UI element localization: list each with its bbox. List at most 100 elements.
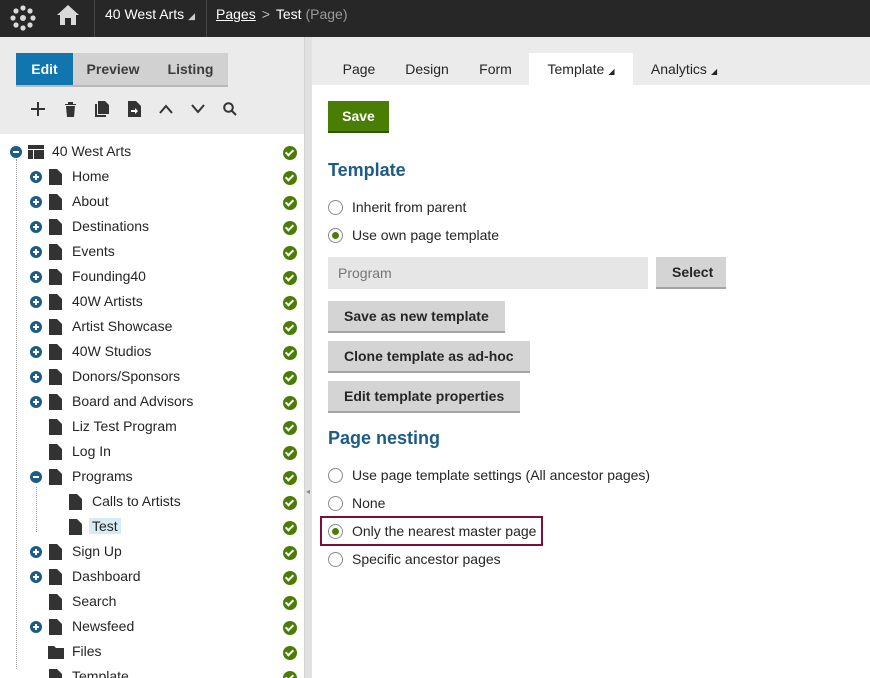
tree-node-label[interactable]: Founding40 <box>72 268 146 284</box>
expand-icon[interactable] <box>30 371 42 383</box>
delete-page-button[interactable] <box>54 98 86 120</box>
move-page-button[interactable] <box>118 98 150 120</box>
expand-icon[interactable] <box>30 546 42 558</box>
expand-icon[interactable] <box>30 571 42 583</box>
tree-node-label[interactable]: About <box>72 193 109 209</box>
caret-down-icon: ◢ <box>188 11 196 21</box>
page-icon <box>49 544 62 560</box>
select-template-button[interactable]: Select <box>656 257 726 289</box>
topbar-divider <box>206 0 207 37</box>
page-icon <box>49 569 62 585</box>
expand-icon[interactable] <box>30 396 42 408</box>
page-icon <box>49 394 62 410</box>
save-as-new-template-button[interactable]: Save as new template <box>328 301 505 333</box>
inherit-from-parent-radio[interactable]: Inherit from parent <box>328 197 466 217</box>
radio-circle <box>328 199 343 215</box>
nesting-ancestor-pages-radio[interactable]: Use page template settings (All ancestor… <box>328 465 650 485</box>
edit-mode-tab[interactable]: Edit <box>16 53 73 85</box>
tree-node-label[interactable]: Home <box>72 168 109 184</box>
move-icon <box>127 101 141 117</box>
tree-node-label[interactable]: Template <box>72 668 129 678</box>
page-icon <box>49 219 62 235</box>
mode-tabs: Edit Preview Listing <box>16 53 228 85</box>
tab-design[interactable]: Design <box>396 53 458 85</box>
tree-node: Liz Test Program <box>0 415 304 440</box>
tree-node: Artist Showcase <box>0 315 304 340</box>
app-logo-icon[interactable] <box>8 3 38 33</box>
published-check-icon <box>283 396 297 410</box>
tree-node-label[interactable]: Donors/Sponsors <box>72 368 180 384</box>
edit-template-properties-button[interactable]: Edit template properties <box>328 381 521 413</box>
expand-icon[interactable] <box>30 346 42 358</box>
move-up-button[interactable] <box>150 98 182 120</box>
expand-icon[interactable] <box>30 621 42 633</box>
tree-node-label[interactable]: Files <box>72 643 102 659</box>
published-check-icon <box>283 546 297 560</box>
add-page-button[interactable] <box>22 98 54 120</box>
tree-node-label[interactable]: Programs <box>72 468 133 484</box>
collapse-icon[interactable] <box>10 146 22 158</box>
tree-node-label[interactable]: Log In <box>72 443 111 459</box>
home-icon[interactable] <box>55 2 81 28</box>
page-icon <box>49 419 62 435</box>
nesting-nearest-master-radio[interactable]: Only the nearest master page <box>328 521 536 541</box>
breadcrumb-pages-link[interactable]: Pages <box>216 6 256 22</box>
page-icon <box>69 494 82 510</box>
preview-mode-tab[interactable]: Preview <box>73 53 153 85</box>
tab-form[interactable]: Form <box>469 53 522 85</box>
nesting-specific-ancestors-radio[interactable]: Specific ancestor pages <box>328 549 501 569</box>
listing-mode-tab[interactable]: Listing <box>153 53 228 85</box>
expand-icon[interactable] <box>30 221 42 233</box>
expand-icon[interactable] <box>30 171 42 183</box>
save-button[interactable]: Save <box>328 101 389 133</box>
tree-node-label[interactable]: Board and Advisors <box>72 393 193 409</box>
tree-node-label[interactable]: Liz Test Program <box>72 418 177 434</box>
tree-node-label[interactable]: 40W Artists <box>72 293 143 309</box>
panel-splitter[interactable]: ◂ <box>304 37 312 678</box>
tree-node-label[interactable]: Calls to Artists <box>92 493 181 509</box>
published-check-icon <box>283 421 297 435</box>
tree-node-label[interactable]: Sign Up <box>72 543 122 559</box>
tree-node: Founding40 <box>0 265 304 290</box>
published-check-icon <box>283 446 297 460</box>
tree-node-label[interactable]: Destinations <box>72 218 149 234</box>
published-check-icon <box>283 271 297 285</box>
radio-circle-selected <box>328 227 343 243</box>
expand-icon[interactable] <box>30 271 42 283</box>
search-tree-button[interactable] <box>214 98 246 120</box>
tree-node-label[interactable]: Search <box>72 593 116 609</box>
clone-template-button[interactable]: Clone template as ad-hoc <box>328 341 530 373</box>
tab-analytics[interactable]: Analytics ◢ <box>639 53 729 85</box>
tab-page[interactable]: Page <box>332 53 386 85</box>
tab-template[interactable]: Template ◢ <box>529 53 633 85</box>
use-own-template-radio[interactable]: Use own page template <box>328 225 499 245</box>
tree-node-label[interactable]: 40W Studios <box>72 343 151 359</box>
collapse-arrow-icon[interactable]: ◂ <box>306 487 310 496</box>
tree-node: Calls to Artists <box>0 490 304 515</box>
tree-node-label[interactable]: Newsfeed <box>72 618 134 634</box>
tree-root-label[interactable]: 40 West Arts <box>52 143 131 159</box>
template-name-field[interactable]: Program <box>328 257 648 289</box>
nesting-none-radio[interactable]: None <box>328 493 385 513</box>
published-check-icon <box>283 496 297 510</box>
published-check-icon <box>283 171 297 185</box>
tree-node-label[interactable]: Test <box>89 518 121 534</box>
expand-icon[interactable] <box>30 321 42 333</box>
published-check-icon <box>283 471 297 485</box>
published-check-icon <box>283 621 297 635</box>
tree-node-label[interactable]: Events <box>72 243 115 259</box>
published-check-icon <box>283 196 297 210</box>
tree-node-label[interactable]: Dashboard <box>72 568 141 584</box>
copy-page-button[interactable] <box>86 98 118 120</box>
move-down-button[interactable] <box>182 98 214 120</box>
expand-icon[interactable] <box>30 246 42 258</box>
expand-icon[interactable] <box>30 196 42 208</box>
plus-icon <box>31 102 45 116</box>
collapse-icon[interactable] <box>30 471 42 483</box>
published-check-icon <box>283 221 297 235</box>
site-selector[interactable]: 40 West Arts ◢ <box>105 6 195 22</box>
page-nesting-heading: Page nesting <box>328 428 441 448</box>
tree-node-label[interactable]: Artist Showcase <box>72 318 172 334</box>
page-tabs: Page Design Form Template ◢ Analytics ◢ <box>312 37 870 85</box>
expand-icon[interactable] <box>30 296 42 308</box>
